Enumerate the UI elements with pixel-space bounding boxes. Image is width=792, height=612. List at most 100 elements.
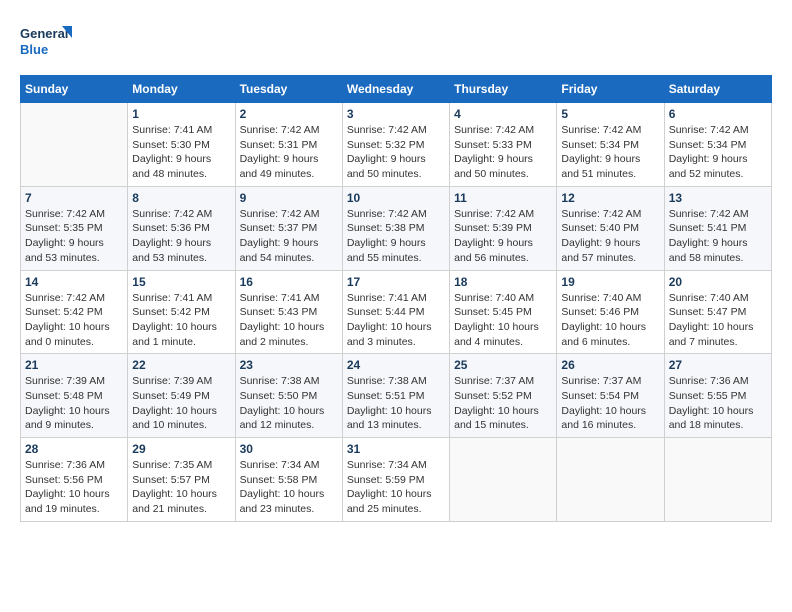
calendar-cell: 16 Sunrise: 7:41 AMSunset: 5:43 PMDayligh…: [235, 270, 342, 354]
day-number: 19: [561, 275, 659, 289]
calendar-cell: 8 Sunrise: 7:42 AMSunset: 5:36 PMDaylight…: [128, 186, 235, 270]
day-number: 31: [347, 442, 445, 456]
day-number: 1: [132, 107, 230, 121]
day-number: 9: [240, 191, 338, 205]
day-number: 3: [347, 107, 445, 121]
calendar-cell: 21 Sunrise: 7:39 AMSunset: 5:48 PMDayligh…: [21, 354, 128, 438]
day-info: Sunrise: 7:40 AMSunset: 5:47 PMDaylight:…: [669, 291, 767, 350]
calendar-week-5: 28Sunrise: 7:36 AMSunset: 5:56 PMDayligh…: [21, 438, 772, 522]
day-info: Sunrise: 7:37 AMSunset: 5:54 PMDaylight:…: [561, 374, 659, 433]
day-number: 24: [347, 358, 445, 372]
day-info: Sunrise: 7:42 AMSunset: 5:38 PMDaylight:…: [347, 207, 445, 266]
calendar-header: SundayMondayTuesdayWednesdayThursdayFrid…: [21, 76, 772, 103]
calendar-cell: 14Sunrise: 7:42 AMSunset: 5:42 PMDayligh…: [21, 270, 128, 354]
calendar-cell: 7 Sunrise: 7:42 AMSunset: 5:35 PMDaylight…: [21, 186, 128, 270]
day-number: 29: [132, 442, 230, 456]
calendar-cell: [450, 438, 557, 522]
calendar-cell: 10Sunrise: 7:42 AMSunset: 5:38 PMDayligh…: [342, 186, 449, 270]
day-number: 21: [25, 358, 123, 372]
calendar-cell: 20Sunrise: 7:40 AMSunset: 5:47 PMDayligh…: [664, 270, 771, 354]
day-header-wednesday: Wednesday: [342, 76, 449, 103]
calendar-cell: 26 Sunrise: 7:37 AMSunset: 5:54 PMDayligh…: [557, 354, 664, 438]
day-info: Sunrise: 7:42 AMSunset: 5:32 PMDaylight:…: [347, 123, 445, 182]
days-of-week-row: SundayMondayTuesdayWednesdayThursdayFrid…: [21, 76, 772, 103]
day-number: 23: [240, 358, 338, 372]
day-info: Sunrise: 7:40 AMSunset: 5:46 PMDaylight:…: [561, 291, 659, 350]
day-number: 12: [561, 191, 659, 205]
day-info: Sunrise: 7:41 AMSunset: 5:30 PMDaylight:…: [132, 123, 230, 182]
day-info: Sunrise: 7:42 AMSunset: 5:33 PMDaylight:…: [454, 123, 552, 182]
day-header-monday: Monday: [128, 76, 235, 103]
calendar-week-4: 21 Sunrise: 7:39 AMSunset: 5:48 PMDayligh…: [21, 354, 772, 438]
calendar-cell: [557, 438, 664, 522]
day-number: 30: [240, 442, 338, 456]
calendar-cell: 11Sunrise: 7:42 AMSunset: 5:39 PMDayligh…: [450, 186, 557, 270]
calendar-cell: [664, 438, 771, 522]
day-header-sunday: Sunday: [21, 76, 128, 103]
calendar-cell: 28Sunrise: 7:36 AMSunset: 5:56 PMDayligh…: [21, 438, 128, 522]
day-info: Sunrise: 7:41 AMSunset: 5:44 PMDaylight:…: [347, 291, 445, 350]
day-info: Sunrise: 7:42 AMSunset: 5:41 PMDaylight:…: [669, 207, 767, 266]
day-number: 17: [347, 275, 445, 289]
day-info: Sunrise: 7:40 AMSunset: 5:45 PMDaylight:…: [454, 291, 552, 350]
calendar-cell: 12 Sunrise: 7:42 AMSunset: 5:40 PMDayligh…: [557, 186, 664, 270]
day-number: 4: [454, 107, 552, 121]
day-info: Sunrise: 7:42 AMSunset: 5:31 PMDaylight:…: [240, 123, 338, 182]
day-number: 26: [561, 358, 659, 372]
day-number: 7: [25, 191, 123, 205]
day-info: Sunrise: 7:36 AMSunset: 5:55 PMDaylight:…: [669, 374, 767, 433]
svg-text:Blue: Blue: [20, 42, 48, 57]
day-number: 8: [132, 191, 230, 205]
calendar-cell: 23 Sunrise: 7:38 AMSunset: 5:50 PMDayligh…: [235, 354, 342, 438]
calendar-cell: 25 Sunrise: 7:37 AMSunset: 5:52 PMDayligh…: [450, 354, 557, 438]
calendar-week-1: 1 Sunrise: 7:41 AMSunset: 5:30 PMDaylight…: [21, 103, 772, 187]
day-info: Sunrise: 7:42 AMSunset: 5:34 PMDaylight:…: [669, 123, 767, 182]
day-number: 18: [454, 275, 552, 289]
calendar-cell: 6 Sunrise: 7:42 AMSunset: 5:34 PMDaylight…: [664, 103, 771, 187]
day-info: Sunrise: 7:42 AMSunset: 5:37 PMDaylight:…: [240, 207, 338, 266]
day-info: Sunrise: 7:34 AMSunset: 5:59 PMDaylight:…: [347, 458, 445, 517]
calendar-body: 1 Sunrise: 7:41 AMSunset: 5:30 PMDaylight…: [21, 103, 772, 522]
day-info: Sunrise: 7:41 AMSunset: 5:42 PMDaylight:…: [132, 291, 230, 350]
calendar-cell: 24Sunrise: 7:38 AMSunset: 5:51 PMDayligh…: [342, 354, 449, 438]
day-number: 27: [669, 358, 767, 372]
day-header-friday: Friday: [557, 76, 664, 103]
calendar-cell: 27 Sunrise: 7:36 AMSunset: 5:55 PMDayligh…: [664, 354, 771, 438]
day-number: 13: [669, 191, 767, 205]
day-header-thursday: Thursday: [450, 76, 557, 103]
day-number: 5: [561, 107, 659, 121]
calendar-cell: 17 Sunrise: 7:41 AMSunset: 5:44 PMDayligh…: [342, 270, 449, 354]
calendar-cell: 3 Sunrise: 7:42 AMSunset: 5:32 PMDaylight…: [342, 103, 449, 187]
calendar-cell: [21, 103, 128, 187]
day-info: Sunrise: 7:42 AMSunset: 5:39 PMDaylight:…: [454, 207, 552, 266]
day-info: Sunrise: 7:42 AMSunset: 5:40 PMDaylight:…: [561, 207, 659, 266]
calendar-cell: 15Sunrise: 7:41 AMSunset: 5:42 PMDayligh…: [128, 270, 235, 354]
day-number: 28: [25, 442, 123, 456]
day-info: Sunrise: 7:41 AMSunset: 5:43 PMDaylight:…: [240, 291, 338, 350]
calendar-cell: 22Sunrise: 7:39 AMSunset: 5:49 PMDayligh…: [128, 354, 235, 438]
calendar-cell: 4 Sunrise: 7:42 AMSunset: 5:33 PMDaylight…: [450, 103, 557, 187]
day-info: Sunrise: 7:42 AMSunset: 5:35 PMDaylight:…: [25, 207, 123, 266]
day-number: 14: [25, 275, 123, 289]
calendar-week-2: 7 Sunrise: 7:42 AMSunset: 5:35 PMDaylight…: [21, 186, 772, 270]
calendar-cell: 2 Sunrise: 7:42 AMSunset: 5:31 PMDaylight…: [235, 103, 342, 187]
day-info: Sunrise: 7:42 AMSunset: 5:36 PMDaylight:…: [132, 207, 230, 266]
calendar-cell: 18 Sunrise: 7:40 AMSunset: 5:45 PMDayligh…: [450, 270, 557, 354]
day-info: Sunrise: 7:37 AMSunset: 5:52 PMDaylight:…: [454, 374, 552, 433]
day-number: 6: [669, 107, 767, 121]
calendar-cell: 9 Sunrise: 7:42 AMSunset: 5:37 PMDaylight…: [235, 186, 342, 270]
day-info: Sunrise: 7:38 AMSunset: 5:50 PMDaylight:…: [240, 374, 338, 433]
calendar-table: SundayMondayTuesdayWednesdayThursdayFrid…: [20, 75, 772, 522]
calendar-cell: 13 Sunrise: 7:42 AMSunset: 5:41 PMDayligh…: [664, 186, 771, 270]
logo: General Blue: [20, 20, 75, 65]
day-info: Sunrise: 7:39 AMSunset: 5:48 PMDaylight:…: [25, 374, 123, 433]
calendar-cell: 5 Sunrise: 7:42 AMSunset: 5:34 PMDaylight…: [557, 103, 664, 187]
day-number: 25: [454, 358, 552, 372]
calendar-cell: 1 Sunrise: 7:41 AMSunset: 5:30 PMDaylight…: [128, 103, 235, 187]
day-info: Sunrise: 7:35 AMSunset: 5:57 PMDaylight:…: [132, 458, 230, 517]
day-number: 16: [240, 275, 338, 289]
day-number: 22: [132, 358, 230, 372]
calendar-cell: 30Sunrise: 7:34 AMSunset: 5:58 PMDayligh…: [235, 438, 342, 522]
day-number: 2: [240, 107, 338, 121]
day-info: Sunrise: 7:42 AMSunset: 5:34 PMDaylight:…: [561, 123, 659, 182]
